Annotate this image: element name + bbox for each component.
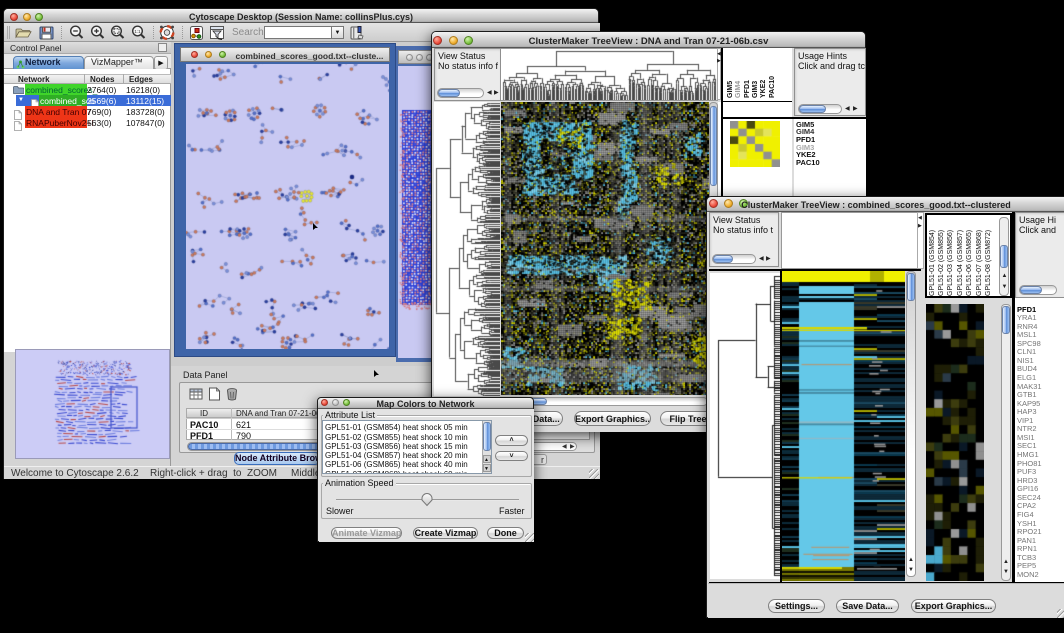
svg-text:1:1: 1:1 — [134, 29, 141, 34]
